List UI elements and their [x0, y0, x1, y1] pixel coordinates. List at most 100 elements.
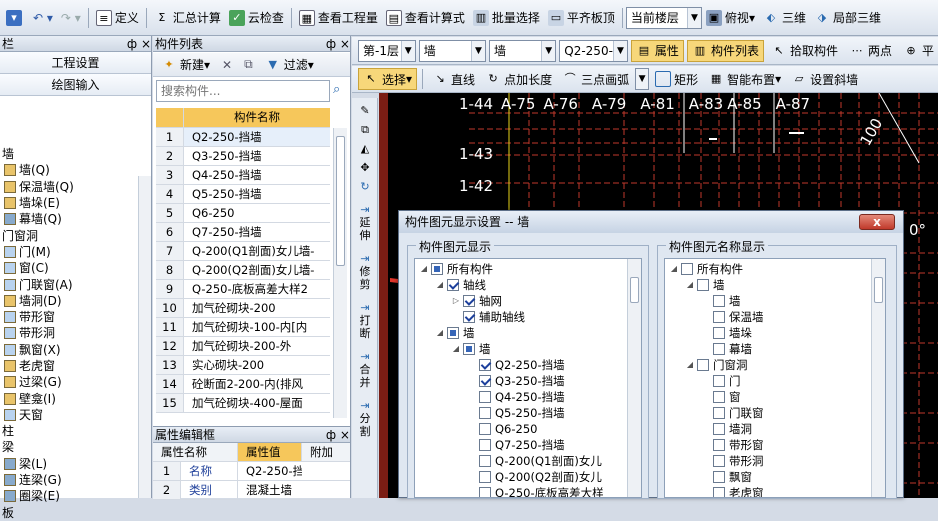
- close-icon[interactable]: ×: [141, 37, 151, 51]
- flat-top-button[interactable]: ▭ 平齐板顶: [544, 6, 619, 30]
- checkbox[interactable]: [713, 439, 725, 451]
- select-button[interactable]: ↖ 选择 ▾: [358, 68, 418, 90]
- tree-node[interactable]: ◢ 墙: [669, 277, 885, 293]
- define-button[interactable]: ≡ 定义: [92, 6, 143, 30]
- floor-dropdown[interactable]: 第-1层 ▼: [358, 39, 416, 62]
- nav-item[interactable]: 飘窗(X): [0, 342, 151, 358]
- table-row[interactable]: 11 加气砼砌块-100-内[内: [156, 318, 330, 337]
- checkbox[interactable]: [463, 295, 475, 307]
- tool-2[interactable]: ⇥打断打断: [352, 301, 378, 340]
- copy-icon[interactable]: ⧉: [240, 53, 257, 77]
- tree-node[interactable]: Q3-250-挡墙: [419, 373, 641, 389]
- tree-node[interactable]: Q2-250-挡墙: [419, 357, 641, 373]
- checkbox[interactable]: [479, 471, 491, 483]
- batch-select-button[interactable]: ▥ 批量选择: [469, 6, 544, 30]
- pick-button[interactable]: ↖ 拾取构件: [767, 39, 842, 63]
- nav-item[interactable]: 壁龛(I): [0, 390, 151, 406]
- floor-select[interactable]: 当前楼层 ▼: [625, 6, 702, 29]
- tree-node[interactable]: 飘窗: [669, 469, 885, 485]
- table-row[interactable]: 6 Q7-250-挡墙: [156, 223, 330, 242]
- set-slope-wall-button[interactable]: ▱ 设置斜墙: [787, 67, 862, 91]
- dialog-close-button[interactable]: x: [859, 214, 895, 230]
- tree-node[interactable]: ◢ 墙: [419, 341, 641, 357]
- component-dropdown[interactable]: Q2-250- ▼: [559, 39, 628, 62]
- properties-button[interactable]: ▤ 属性: [630, 39, 684, 62]
- table-row[interactable]: 8 Q-200(Q2剖面)女儿墙-: [156, 261, 330, 280]
- tree-node[interactable]: 带形洞: [669, 453, 885, 469]
- expand-icon[interactable]: ◢: [685, 277, 695, 293]
- nav-item[interactable]: 梁: [0, 439, 151, 455]
- local-3d-button[interactable]: ⬗ 局部三维: [810, 6, 885, 30]
- nav-item[interactable]: 梁(L): [0, 456, 151, 472]
- three-d-button[interactable]: ⬖ 三维: [759, 6, 810, 30]
- nav-item[interactable]: 连梁(G): [0, 472, 151, 488]
- checkbox[interactable]: [479, 391, 491, 403]
- undo-icon[interactable]: ↶ ▾: [29, 6, 57, 30]
- tool-1[interactable]: ⇥修剪修剪: [352, 252, 378, 291]
- tree-node[interactable]: ◢ 所有构件: [669, 261, 885, 277]
- checkbox[interactable]: [713, 295, 725, 307]
- arc-dropdown[interactable]: ▼: [635, 68, 650, 90]
- table-row[interactable]: 9 Q-250-底板高差大样2: [156, 280, 330, 299]
- view-quantity-button[interactable]: ▦ 查看工程量: [295, 6, 382, 30]
- tree-node[interactable]: 幕墙: [669, 341, 885, 357]
- sum-calc-button[interactable]: Σ 汇总计算: [150, 6, 225, 30]
- save-icon[interactable]: ▾: [2, 6, 29, 30]
- nav-item[interactable]: 墙垛(E): [0, 195, 151, 211]
- column-header-name[interactable]: 构件名称: [184, 108, 330, 127]
- pen-icon[interactable]: ✎: [352, 104, 378, 117]
- tree-node[interactable]: Q-200(Q1剖面)女儿: [419, 453, 641, 469]
- cloud-check-button[interactable]: ✓ 云检查: [225, 6, 288, 30]
- search-icon[interactable]: ⌕: [333, 82, 340, 97]
- table-row[interactable]: 4 Q5-250-挡墙: [156, 185, 330, 204]
- table-row[interactable]: 3 Q4-250-挡墙: [156, 166, 330, 185]
- checkbox[interactable]: [713, 471, 725, 483]
- table-row[interactable]: 15 加气砼砌块-400-屋面: [156, 394, 330, 413]
- checkbox[interactable]: [463, 311, 475, 323]
- point-length-button[interactable]: ↻ 点加长度: [481, 67, 556, 91]
- nav-item[interactable]: 板: [0, 505, 151, 521]
- nav-item[interactable]: 门(M): [0, 244, 151, 260]
- checkbox[interactable]: [431, 263, 443, 275]
- view-formula-button[interactable]: ▤ 查看计算式: [382, 6, 469, 30]
- checkbox[interactable]: [697, 359, 709, 371]
- rect-button[interactable]: 矩形: [651, 67, 702, 91]
- checkbox[interactable]: [479, 455, 491, 467]
- expand-icon[interactable]: ◢: [435, 325, 445, 341]
- nav-item[interactable]: 窗(C): [0, 260, 151, 276]
- tree-node[interactable]: Q7-250-挡墙: [419, 437, 641, 453]
- drawing-input-button[interactable]: 绘图输入: [0, 74, 151, 96]
- nav-item[interactable]: 柱: [0, 423, 151, 439]
- tree-node[interactable]: 门: [669, 373, 885, 389]
- nav-item[interactable]: 圈梁(E): [0, 488, 151, 504]
- tree-node[interactable]: Q-250-底板高差大样: [419, 485, 641, 497]
- nav-item[interactable]: 幕墙(Q): [0, 211, 151, 227]
- checkbox[interactable]: [463, 343, 475, 355]
- tool-4[interactable]: ⇥分割分割: [352, 399, 378, 438]
- filter-button[interactable]: ▼ 过滤 ▾: [261, 53, 318, 77]
- checkbox[interactable]: [447, 279, 459, 291]
- nav-item[interactable]: 带形洞: [0, 325, 151, 341]
- table-row[interactable]: 13 实心砌块-200: [156, 356, 330, 375]
- tree-node[interactable]: 窗: [669, 389, 885, 405]
- tree-node[interactable]: ▷ 轴网: [419, 293, 641, 309]
- expand-icon[interactable]: ◢: [685, 357, 695, 373]
- tree-node[interactable]: ◢ 墙: [419, 325, 641, 341]
- nav-item[interactable]: 老虎窗: [0, 358, 151, 374]
- tree-node[interactable]: ◢ 门窗洞: [669, 357, 885, 373]
- tree-node[interactable]: Q6-250: [419, 421, 641, 437]
- tree-node[interactable]: ◢ 所有构件: [419, 261, 641, 277]
- expand-icon[interactable]: ▷: [451, 293, 461, 309]
- three-point-arc-button[interactable]: ⌒ 三点画弧: [558, 67, 633, 91]
- checkbox[interactable]: [713, 343, 725, 355]
- table-row[interactable]: 7 Q-200(Q1剖面)女儿墙-: [156, 242, 330, 261]
- list-scrollbar[interactable]: [333, 128, 347, 418]
- two-points-button[interactable]: ⋯ 两点: [845, 39, 896, 63]
- prop-name-value[interactable]: Q2-250-挡: [238, 462, 302, 480]
- copy-tool-icon[interactable]: ⧉: [352, 123, 378, 136]
- nav-item[interactable]: 保温墙(Q): [0, 179, 151, 195]
- tree-node[interactable]: 辅助轴线: [419, 309, 641, 325]
- top-view-button[interactable]: ▣ 俯视 ▾: [702, 6, 759, 30]
- tree-node[interactable]: Q5-250-挡墙: [419, 405, 641, 421]
- nav-item[interactable]: 过梁(G): [0, 374, 151, 390]
